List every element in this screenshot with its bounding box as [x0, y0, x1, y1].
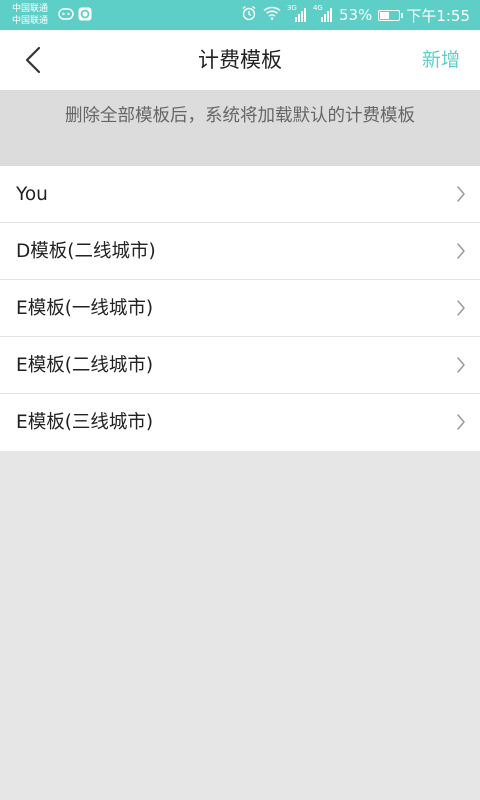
chevron-right-icon [457, 414, 465, 430]
chevron-left-icon [25, 46, 41, 74]
carrier-1: 中国联通 [12, 4, 49, 14]
template-list: You D模板(二线城市) E模板(一线城市) E模板(二线城市) E模板(三线城市) [0, 166, 480, 451]
template-label: E模板(一线城市) [16, 298, 154, 319]
alarm-icon [241, 5, 257, 25]
template-row[interactable]: E模板(一线城市) [0, 280, 480, 337]
carrier-labels: 中国联通 中国联通 [12, 3, 48, 27]
template-row[interactable]: You [0, 166, 480, 223]
status-bar: 中国联通 中国联通 3G 4G 53% 下午1:55 [0, 0, 480, 30]
template-row[interactable]: E模板(三线城市) [0, 394, 480, 451]
status-right: 3G 4G 53% 下午1:55 [241, 4, 470, 25]
template-label: E模板(三线城市) [16, 412, 154, 433]
template-label: E模板(二线城市) [16, 355, 154, 376]
back-button[interactable] [16, 43, 50, 77]
app-notification-icon [58, 6, 74, 25]
battery-icon [378, 9, 404, 21]
battery-percent: 53% [338, 6, 373, 24]
clock: 下午1:55 [406, 6, 470, 25]
carrier-2: 中国联通 [12, 16, 49, 26]
chevron-right-icon [457, 300, 465, 316]
template-row[interactable]: E模板(二线城市) [0, 337, 480, 394]
template-row[interactable]: D模板(二线城市) [0, 223, 480, 280]
notification-icons [58, 6, 92, 25]
chevron-right-icon [457, 186, 465, 202]
chevron-right-icon [457, 357, 465, 373]
wifi-icon [263, 6, 281, 24]
template-label: D模板(二线城市) [16, 241, 156, 262]
page-title: 计费模板 [198, 48, 282, 72]
browser-notification-icon [78, 6, 92, 25]
add-template-button[interactable]: 新增 [422, 30, 460, 90]
notice-banner: 删除全部模板后，系统将加载默认的计费模板 [0, 90, 480, 166]
chevron-right-icon [457, 243, 465, 259]
signal-4g: 4G [313, 4, 333, 23]
nav-bar: 计费模板 新增 [0, 30, 480, 90]
signal-3g: 3G [287, 4, 307, 23]
template-label: You [16, 184, 48, 205]
